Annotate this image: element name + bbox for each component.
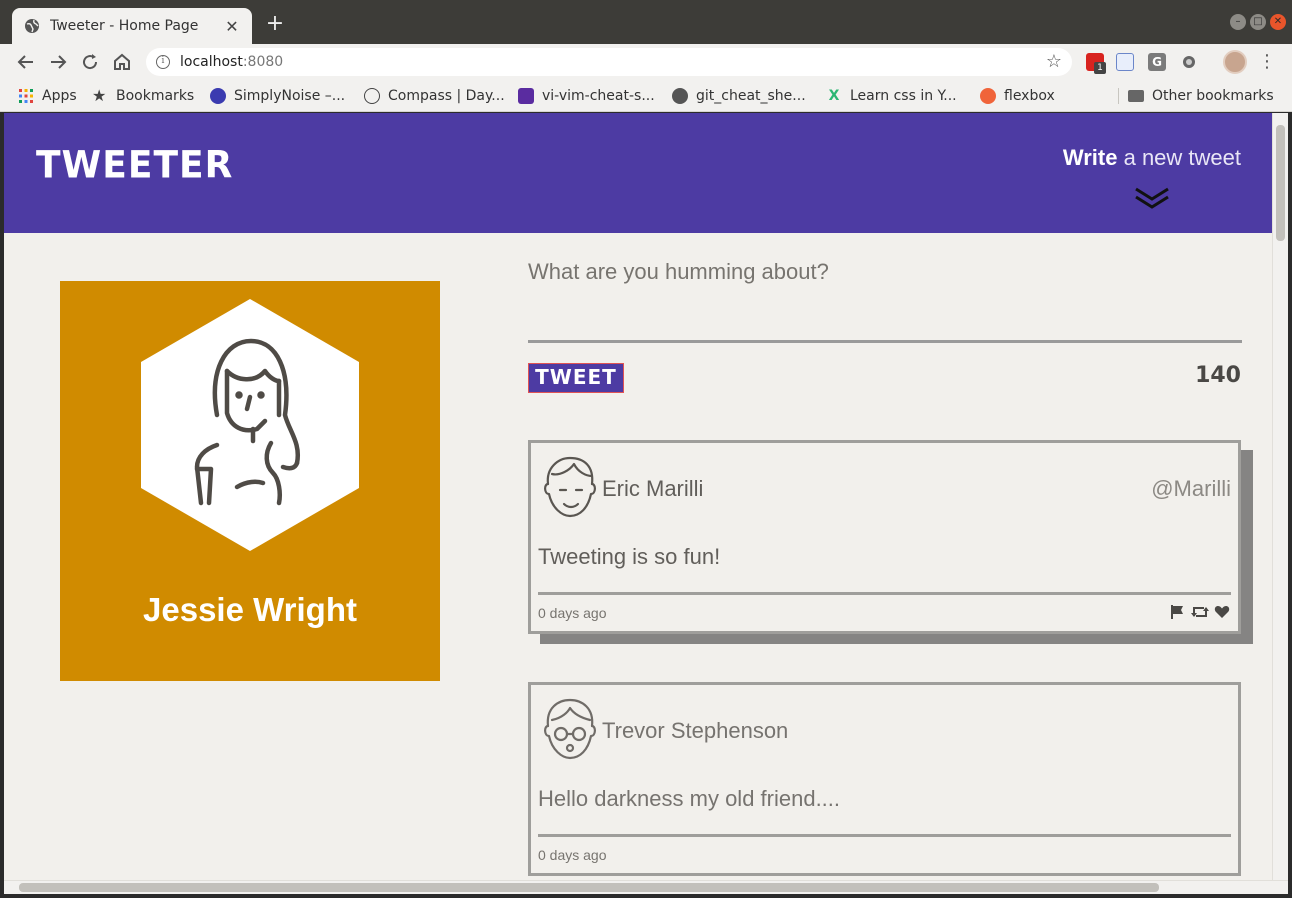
forward-button[interactable] <box>46 50 70 74</box>
bookmark-label: vi-vim-cheat-s... <box>542 88 655 104</box>
arrow-left-icon <box>17 55 33 69</box>
flexbox-icon <box>980 88 996 104</box>
browser-toolbar: i localhost:8080 ☆ 1 G ⋮ <box>0 44 1292 80</box>
browser-tab[interactable]: Tweeter - Home Page ✕ <box>12 8 252 44</box>
character-counter: 140 <box>1195 363 1241 388</box>
close-tab-icon[interactable]: ✕ <box>224 17 240 36</box>
bookmark-bookmarks[interactable]: ★ Bookmarks <box>92 86 194 106</box>
minimize-window-button[interactable]: – <box>1230 14 1246 30</box>
site-logo[interactable]: TWEETER <box>36 144 233 187</box>
heart-icon[interactable] <box>1214 604 1230 620</box>
profile-avatar[interactable] <box>1223 50 1247 74</box>
bookmark-simplynoise[interactable]: SimplyNoise –... <box>210 86 345 106</box>
learnxiny-icon: X <box>828 88 840 104</box>
vertical-scrollbar[interactable] <box>1272 113 1288 880</box>
tweet-author-name: Trevor Stephenson <box>602 718 789 743</box>
bookmark-other[interactable]: Other bookmarks <box>1128 86 1274 106</box>
tweet-timestamp: 0 days ago <box>538 847 607 863</box>
write-rest-label: a new tweet <box>1117 145 1241 170</box>
double-chevron-down-icon[interactable] <box>1134 185 1170 211</box>
new-tab-button[interactable]: + <box>264 13 286 35</box>
bookmarks-bar: Apps ★ Bookmarks SimplyNoise –... Compas… <box>0 80 1292 112</box>
url-port: :8080 <box>242 54 284 70</box>
site-info-icon[interactable]: i <box>156 55 170 69</box>
tweet-submit-button[interactable]: TWEET <box>528 363 624 393</box>
bookmark-label: Apps <box>42 88 77 104</box>
extension-icon[interactable]: 1 <box>1086 53 1106 74</box>
bookmark-apps[interactable]: Apps <box>18 86 77 106</box>
url-host: localhost <box>180 54 243 70</box>
vim-icon <box>518 88 534 104</box>
star-icon: ★ <box>92 86 107 105</box>
address-bar[interactable]: i localhost:8080 ☆ <box>146 48 1072 76</box>
tweet-text: Hello darkness my old friend.... <box>538 786 841 811</box>
glasses-avatar-icon <box>544 698 596 760</box>
bookmark-git-cheat[interactable]: git_cheat_she... <box>672 86 806 106</box>
grammar-extension-icon[interactable]: G <box>1148 53 1166 71</box>
bookmark-flexbox[interactable]: flexbox <box>980 86 1055 106</box>
boy-avatar-icon <box>544 456 596 518</box>
bookmark-label: SimplyNoise –... <box>234 88 346 104</box>
bookmark-label: git_cheat_she... <box>696 88 806 104</box>
reload-button[interactable] <box>78 50 102 74</box>
tweet-author-handle: @Marilli <box>1151 476 1231 501</box>
close-window-button[interactable]: ✕ <box>1270 14 1286 30</box>
globe-icon <box>25 19 39 33</box>
write-bold-label: Write <box>1062 145 1118 170</box>
tab-title: Tweeter - Home Page <box>50 18 199 34</box>
menu-kebab-icon[interactable]: ⋮ <box>1258 50 1276 74</box>
back-button[interactable] <box>14 50 38 74</box>
tweet-card: Eric Marilli @Marilli Tweeting is so fun… <box>528 440 1241 634</box>
tweet-card: Trevor Stephenson Hello darkness my old … <box>528 682 1241 876</box>
bookmark-label: flexbox <box>1004 88 1055 104</box>
vertical-scrollbar-thumb[interactable] <box>1276 125 1285 241</box>
tweet-divider <box>538 592 1231 595</box>
compass-icon <box>364 88 380 104</box>
write-tweet-toggle[interactable]: Write a new tweet <box>1063 145 1241 171</box>
home-icon <box>114 53 130 70</box>
profile-avatar-hexagon <box>141 299 359 551</box>
browser-tab-strip: Tweeter - Home Page ✕ + – □ ✕ <box>0 0 1292 44</box>
flag-icon[interactable] <box>1170 604 1186 620</box>
horizontal-scrollbar-thumb[interactable] <box>19 883 1159 892</box>
tweet-divider <box>538 834 1231 837</box>
page-viewport: TWEETER Write a new tweet Jessie Wright … <box>4 113 1272 880</box>
site-header: TWEETER Write a new tweet <box>4 113 1272 233</box>
bookmark-label: Other bookmarks <box>1152 88 1274 104</box>
maximize-window-button[interactable]: □ <box>1250 14 1266 30</box>
arrow-right-icon <box>51 55 67 69</box>
profile-name: Jessie Wright <box>143 591 357 628</box>
extension-badge: 1 <box>1094 62 1106 74</box>
bookmark-compass[interactable]: Compass | Day... <box>364 86 505 106</box>
copy-extension-icon[interactable] <box>1116 53 1134 71</box>
folder-icon <box>1128 90 1144 102</box>
bookmark-learn-css[interactable]: X Learn css in Y... <box>826 86 957 106</box>
reload-icon <box>83 54 98 70</box>
bookmark-vim-cheat[interactable]: vi-vim-cheat-s... <box>518 86 655 106</box>
bookmark-star-icon[interactable]: ☆ <box>1046 51 1062 72</box>
profile-card: Jessie Wright <box>60 281 440 681</box>
simplynoise-icon <box>210 88 226 104</box>
bookmark-label: Bookmarks <box>116 88 195 104</box>
home-button[interactable] <box>110 50 134 74</box>
tweet-text: Tweeting is so fun! <box>538 544 721 569</box>
tweet-composer-input[interactable] <box>528 259 1242 343</box>
tweet-timestamp: 0 days ago <box>538 605 607 621</box>
horizontal-scrollbar[interactable] <box>4 880 1288 894</box>
bookmarks-separator <box>1118 88 1119 104</box>
globe-icon <box>672 88 688 104</box>
bookmark-label: Learn css in Y... <box>850 88 957 104</box>
retweet-icon[interactable] <box>1190 604 1210 620</box>
tweet-author-name: Eric Marilli <box>602 476 704 501</box>
bookmark-label: Compass | Day... <box>388 88 505 104</box>
apps-grid-icon <box>19 89 33 103</box>
tweet-actions <box>1170 604 1230 620</box>
circle-extension-icon[interactable] <box>1180 53 1198 71</box>
